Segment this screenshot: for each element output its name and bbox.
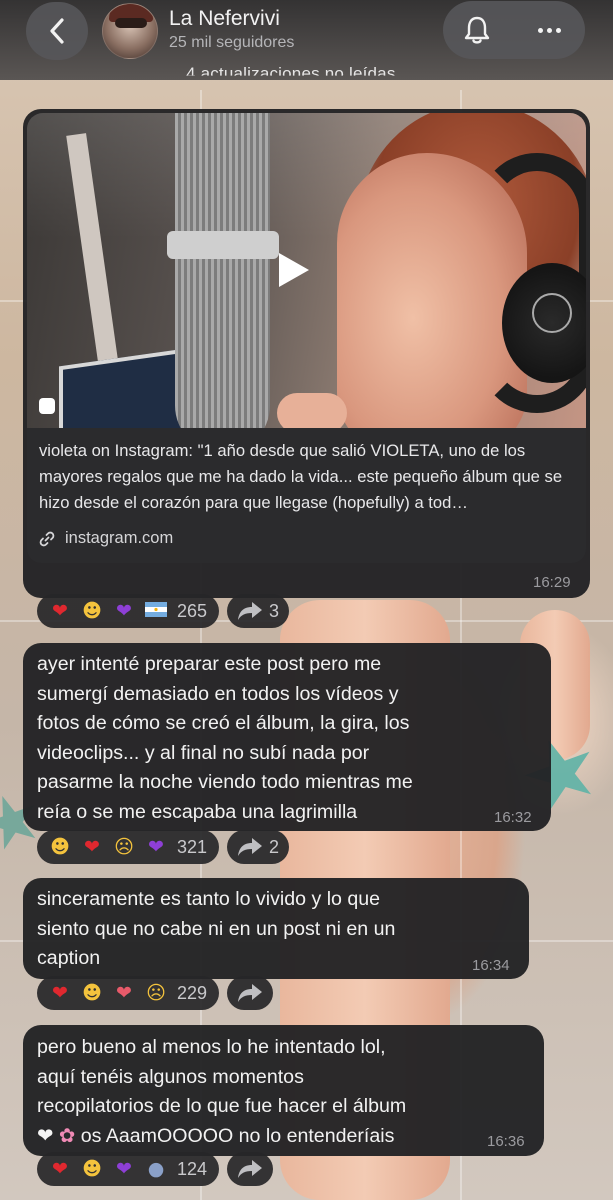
link-source[interactable]: instagram.com bbox=[39, 529, 173, 548]
reaction-count: 229 bbox=[177, 982, 208, 1003]
purple-heart-icon: ❤ bbox=[116, 599, 132, 622]
forward-button[interactable]: 2 bbox=[227, 830, 290, 864]
forward-button[interactable] bbox=[227, 1152, 274, 1186]
crying-face-icon: ☹ bbox=[146, 981, 166, 1004]
back-button[interactable] bbox=[26, 2, 88, 60]
reaction-bar: ❤ ☻ ❤ ☹ 229 bbox=[37, 976, 274, 1010]
reaction-pill[interactable]: ☻ ❤ ☹ ❤ 321 bbox=[37, 830, 220, 864]
busts-in-silhouette-icon: ● bbox=[147, 1157, 165, 1180]
header-actions bbox=[443, 1, 585, 59]
heart-icon: ❤ bbox=[52, 981, 68, 1004]
message-time: 16:34 bbox=[472, 957, 510, 974]
chevron-left-icon bbox=[50, 18, 64, 44]
bell-icon bbox=[464, 16, 490, 44]
dot-icon bbox=[546, 27, 552, 33]
bouquet-icon: ✿ bbox=[58, 1124, 76, 1147]
pleading-face-icon: ☻ bbox=[50, 835, 70, 858]
forward-count: 3 bbox=[269, 600, 280, 621]
message-text: ayer intenté preparar este post pero me … bbox=[37, 653, 413, 823]
reaction-bar: ☻ ❤ ☹ ❤ 321 2 bbox=[37, 830, 290, 864]
reaction-count: 265 bbox=[177, 600, 208, 621]
heart-icon: ❤ bbox=[52, 599, 68, 622]
channel-avatar[interactable] bbox=[102, 3, 158, 59]
heart-icon: ❤ bbox=[84, 835, 100, 858]
instagram-icon bbox=[39, 398, 55, 414]
more-options-button[interactable] bbox=[527, 13, 571, 47]
purple-heart-icon: ❤ bbox=[148, 835, 164, 858]
forward-arrow-icon bbox=[238, 838, 263, 856]
heart-icon: ❤ bbox=[52, 1157, 68, 1180]
forward-arrow-icon bbox=[238, 602, 263, 620]
crying-face-icon: ☹ bbox=[114, 835, 134, 858]
channel-name[interactable]: La Nefervivi bbox=[169, 7, 280, 31]
reaction-pill[interactable]: ❤ ☻ ❤ ☹ 229 bbox=[37, 976, 220, 1010]
pleading-face-icon: ☻ bbox=[82, 981, 102, 1004]
purple-heart-icon: ❤ bbox=[116, 1157, 132, 1180]
dot-icon bbox=[537, 27, 543, 33]
message-time: 16:32 bbox=[494, 809, 532, 826]
forward-arrow-icon bbox=[238, 984, 263, 1002]
reaction-count: 321 bbox=[177, 836, 208, 857]
play-icon[interactable] bbox=[279, 253, 309, 287]
reaction-pill[interactable]: ❤ ☻ ❤ ● 124 bbox=[37, 1152, 220, 1186]
reaction-bar: ❤ ☻ ❤ 265 3 bbox=[37, 594, 290, 628]
link-preview[interactable]: violeta on Instagram: "1 año desde que s… bbox=[27, 428, 586, 563]
link-preview-text: violeta on Instagram: "1 año desde que s… bbox=[39, 441, 563, 512]
link-domain: instagram.com bbox=[65, 529, 174, 547]
follower-count: 25 mil seguidores bbox=[169, 34, 295, 51]
message-text: sinceramente es tanto lo vivido y lo que… bbox=[37, 888, 396, 969]
forward-arrow-icon bbox=[238, 1160, 263, 1178]
reaction-count: 124 bbox=[177, 1158, 208, 1179]
notifications-button[interactable] bbox=[455, 13, 499, 47]
forward-count: 2 bbox=[269, 836, 280, 857]
forward-button[interactable]: 3 bbox=[227, 594, 290, 628]
message-time: 16:36 bbox=[487, 1133, 525, 1150]
mending-heart-icon: ❤ bbox=[116, 981, 132, 1004]
white-heart-icon: ❤ bbox=[37, 1124, 54, 1147]
reaction-pill[interactable]: ❤ ☻ ❤ 265 bbox=[37, 594, 220, 628]
argentina-flag-icon bbox=[145, 601, 167, 621]
message-time: 16:29 bbox=[533, 574, 571, 591]
dot-icon bbox=[555, 27, 561, 33]
pleading-face-icon: ☻ bbox=[82, 1157, 102, 1180]
reaction-bar: ❤ ☻ ❤ ● 124 bbox=[37, 1152, 274, 1186]
channel-header: La Nefervivi 25 mil seguidores 4 actuali… bbox=[0, 0, 613, 80]
message-text: pero bueno al menos lo he intentado lol,… bbox=[37, 1036, 407, 1147]
forward-button[interactable] bbox=[227, 976, 274, 1010]
link-icon bbox=[39, 531, 55, 546]
pleading-face-icon: ☻ bbox=[82, 599, 102, 622]
